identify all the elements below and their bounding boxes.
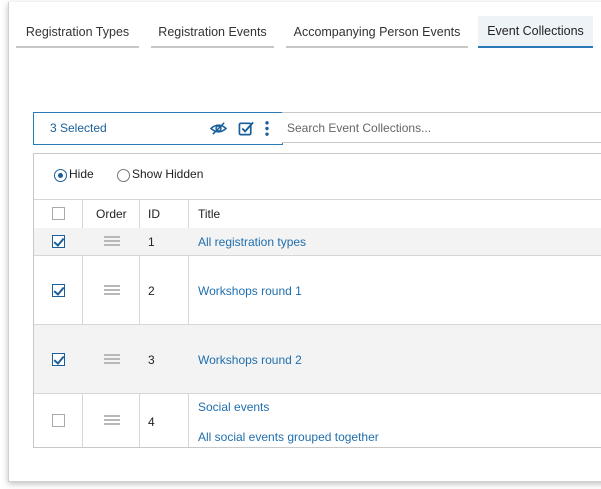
row-title-link[interactable]: All registration types [198,235,306,249]
tab-accompanying-person-events[interactable]: Accompanying Person Events [286,18,468,48]
row-id: 4 [148,415,155,429]
table-row[interactable]: 2 Workshops round 1 [34,256,601,325]
tab-registration-events[interactable]: Registration Events [151,18,274,48]
row-description[interactable]: All social events grouped together [198,430,379,444]
row-title-link[interactable]: Social events [198,400,269,414]
tab-bar: Registration Types Registration Events A… [9,16,601,48]
more-options-icon[interactable] [263,120,271,137]
hide-radio[interactable] [54,169,67,182]
selection-summary: 3 Selected [33,112,283,145]
show-hidden-radio-label[interactable]: Show Hidden [132,167,203,181]
header-select-all-checkbox[interactable] [52,207,65,220]
app-frame: Registration Types Registration Events A… [8,2,601,482]
select-all-checkbox-icon[interactable] [238,120,255,137]
row-checkbox[interactable] [52,235,65,248]
column-header-order[interactable]: Order [96,200,127,228]
visibility-filter: Hide Show Hidden [34,154,601,198]
hide-radio-label[interactable]: Hide [69,167,94,181]
drag-handle-icon[interactable] [104,285,120,295]
collection-toolbar: 3 Selected [33,112,601,145]
hide-eye-icon[interactable] [210,120,227,137]
row-checkbox[interactable] [52,414,65,427]
table-row[interactable]: 1 All registration types [34,228,601,256]
table-row[interactable]: 3 Workshops round 2 [34,325,601,394]
row-checkbox[interactable] [52,284,65,297]
row-checkbox[interactable] [52,353,65,366]
row-title-link[interactable]: Workshops round 2 [198,353,302,367]
column-header-title[interactable]: Title [198,200,220,228]
table-row[interactable]: 4 Social events All social events groupe… [34,394,601,447]
drag-handle-icon[interactable] [104,236,120,246]
row-id: 2 [148,284,155,298]
show-hidden-radio[interactable] [117,169,130,182]
tab-registration-types[interactable]: Registration Types [16,18,139,48]
event-collections-grid: Hide Show Hidden Order ID Title 1 All re… [33,153,601,448]
drag-handle-icon[interactable] [104,354,120,364]
column-header-id[interactable]: ID [148,200,160,228]
tab-event-collections[interactable]: Event Collections [478,16,593,48]
drag-handle-icon[interactable] [104,415,120,425]
row-title-link[interactable]: Workshops round 1 [198,284,302,298]
selected-count: 3 Selected [50,121,107,135]
table-header: Order ID Title [34,199,601,229]
row-id: 3 [148,353,155,367]
search-input[interactable] [282,112,601,143]
row-id: 1 [148,235,155,249]
